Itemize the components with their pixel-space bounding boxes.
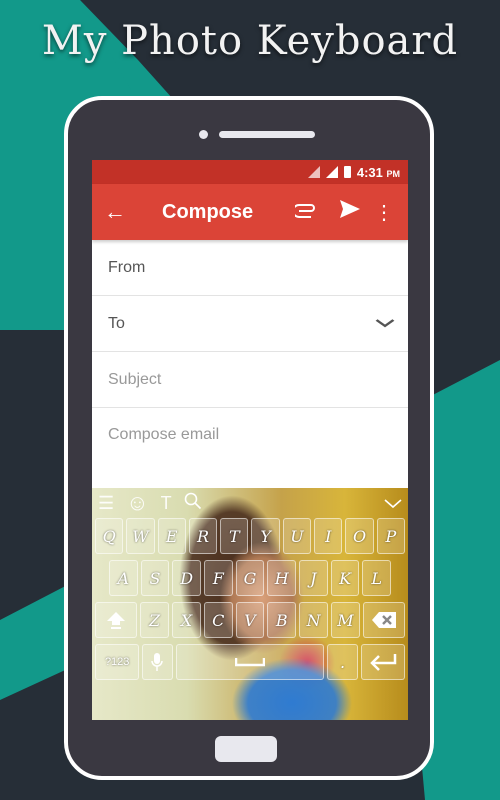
chevron-down-icon[interactable] xyxy=(375,315,395,333)
symbols-key[interactable]: ?123 xyxy=(95,644,140,680)
speaker-grille xyxy=(219,131,315,138)
key-row-1: Q W E R T Y U I O P xyxy=(92,518,408,554)
key-c[interactable]: C xyxy=(203,602,233,638)
key-r[interactable]: R xyxy=(188,518,218,554)
enter-icon xyxy=(370,654,397,671)
key-row-2: A S D F G H J K L xyxy=(92,560,408,596)
search-icon[interactable] xyxy=(184,492,202,515)
backspace-icon xyxy=(371,612,396,628)
more-options-icon[interactable]: ⋮ xyxy=(372,200,396,225)
key-q[interactable]: Q xyxy=(95,518,124,554)
enter-key[interactable] xyxy=(360,644,406,680)
to-field[interactable]: To xyxy=(92,296,408,352)
toolbar-title: Compose xyxy=(162,200,254,223)
period-key[interactable]: . xyxy=(327,644,358,680)
key-z[interactable]: Z xyxy=(140,602,169,638)
compose-body-input[interactable]: Compose email xyxy=(92,408,408,488)
key-m[interactable]: M xyxy=(330,602,360,638)
key-v[interactable]: V xyxy=(235,602,265,638)
key-f[interactable]: F xyxy=(204,560,233,596)
camera-dot xyxy=(199,130,208,139)
key-o[interactable]: O xyxy=(345,518,374,554)
to-label: To xyxy=(108,314,125,332)
key-u[interactable]: U xyxy=(282,518,312,554)
compose-toolbar: ← Compose ⋮ xyxy=(92,184,408,240)
microphone-icon xyxy=(151,653,164,671)
key-e[interactable]: E xyxy=(157,518,186,554)
key-y[interactable]: Y xyxy=(251,518,280,554)
key-t[interactable]: T xyxy=(220,518,249,554)
photo-keyboard: ☰ ☺ T Q W E R T Y U I O P A S D F G H J … xyxy=(92,488,408,720)
backspace-key[interactable] xyxy=(362,602,405,638)
wifi-signal-icon xyxy=(307,166,320,178)
from-field[interactable]: From xyxy=(92,240,408,296)
key-b[interactable]: B xyxy=(267,602,297,638)
cell-signal-icon xyxy=(325,166,338,178)
key-k[interactable]: K xyxy=(330,560,360,596)
space-icon xyxy=(235,658,265,667)
status-time: 4:31 PM xyxy=(356,164,400,180)
shift-icon xyxy=(107,612,126,629)
key-g[interactable]: G xyxy=(235,560,265,596)
home-button[interactable] xyxy=(215,736,277,762)
mic-key[interactable] xyxy=(142,644,173,680)
hide-keyboard-icon[interactable] xyxy=(384,493,402,514)
emoji-icon[interactable]: ☺ xyxy=(126,490,148,516)
key-row-4: ?123 . xyxy=(92,644,408,680)
key-x[interactable]: X xyxy=(172,602,201,638)
subject-input[interactable]: Subject xyxy=(92,352,408,408)
key-p[interactable]: P xyxy=(376,518,405,554)
key-row-3: Z X C V B N M xyxy=(92,602,408,638)
back-arrow-icon[interactable]: ← xyxy=(104,199,144,225)
key-w[interactable]: W xyxy=(126,518,155,554)
status-bar: 4:31 PM xyxy=(92,160,408,184)
menu-icon[interactable]: ☰ xyxy=(98,493,114,514)
key-i[interactable]: I xyxy=(314,518,343,554)
app-title: My Photo Keyboard xyxy=(41,18,459,64)
send-icon[interactable] xyxy=(328,200,372,224)
phone-screen: 4:31 PM ← Compose ⋮ From To Subject Comp… xyxy=(92,160,408,720)
key-j[interactable]: J xyxy=(299,560,328,596)
key-s[interactable]: S xyxy=(140,560,170,596)
phone-frame: 4:31 PM ← Compose ⋮ From To Subject Comp… xyxy=(64,96,434,780)
from-label: From xyxy=(108,258,146,276)
key-n[interactable]: N xyxy=(299,602,328,638)
key-l[interactable]: L xyxy=(362,560,392,596)
text-style-icon[interactable]: T xyxy=(161,493,172,514)
shift-key[interactable] xyxy=(95,602,138,638)
key-d[interactable]: D xyxy=(172,560,202,596)
battery-icon xyxy=(343,166,351,178)
key-h[interactable]: H xyxy=(267,560,297,596)
attach-icon[interactable] xyxy=(284,201,328,224)
space-key[interactable] xyxy=(175,644,325,680)
keyboard-toolbar: ☰ ☺ T xyxy=(92,488,408,518)
key-a[interactable]: A xyxy=(109,560,138,596)
